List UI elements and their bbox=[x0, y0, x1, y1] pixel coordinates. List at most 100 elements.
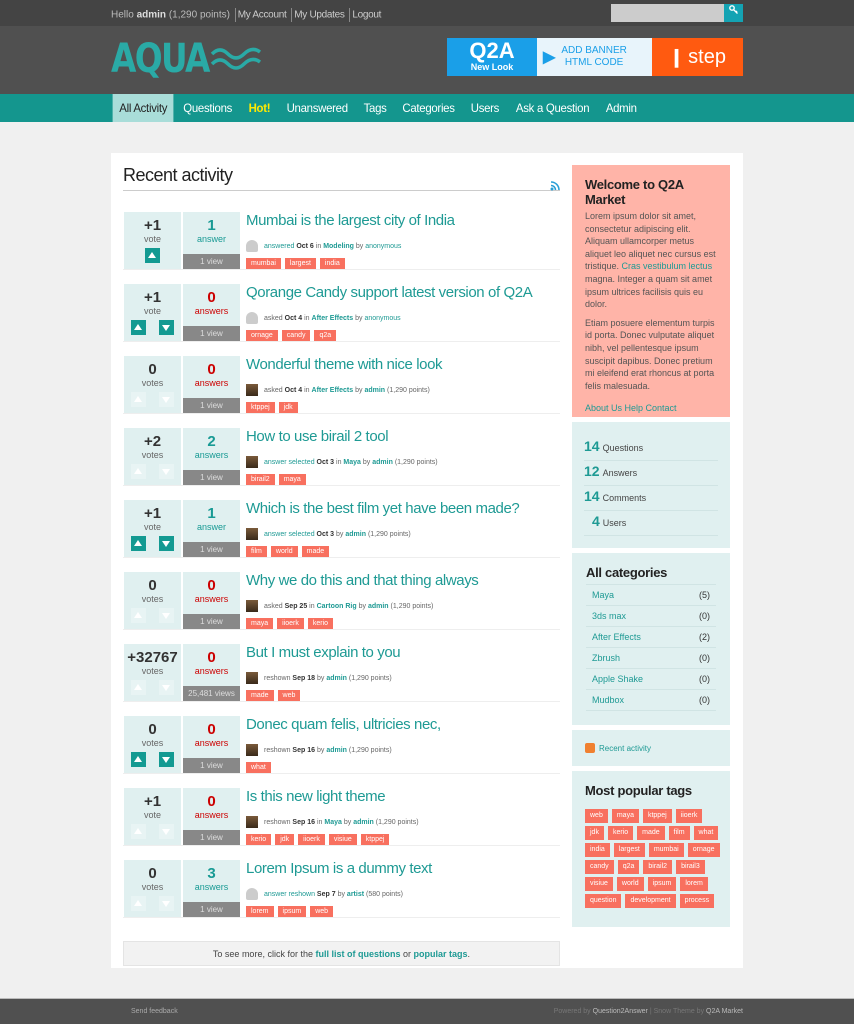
popular-tag[interactable]: question bbox=[585, 894, 622, 908]
popular-tag[interactable]: ipsum bbox=[647, 877, 677, 891]
tag[interactable]: maya bbox=[278, 474, 306, 485]
rss-feed-icon[interactable] bbox=[550, 181, 560, 191]
tag[interactable]: world bbox=[270, 546, 298, 557]
user-link[interactable]: admin bbox=[368, 603, 389, 610]
category-link[interactable]: After Effects bbox=[592, 632, 641, 642]
vote-down-button[interactable] bbox=[159, 824, 174, 839]
avatar[interactable] bbox=[246, 744, 258, 756]
vote-up-button[interactable] bbox=[131, 824, 146, 839]
search-button[interactable] bbox=[724, 4, 743, 22]
nav-questions[interactable]: Questions bbox=[177, 94, 239, 122]
popular-tag[interactable]: candy bbox=[585, 860, 614, 874]
avatar[interactable] bbox=[246, 600, 258, 612]
tag[interactable]: visiue bbox=[328, 834, 357, 845]
send-feedback-link[interactable]: Send feedback bbox=[131, 1008, 178, 1015]
popular-tags-link[interactable]: popular tags bbox=[414, 949, 468, 959]
tag[interactable]: maya bbox=[246, 618, 274, 629]
vote-up-button[interactable] bbox=[131, 608, 146, 623]
tag[interactable]: india bbox=[319, 258, 345, 269]
tag[interactable]: birail2 bbox=[246, 474, 275, 485]
avatar[interactable] bbox=[246, 672, 258, 684]
popular-tag[interactable]: web bbox=[585, 809, 608, 823]
popular-tag[interactable]: iioerk bbox=[675, 809, 703, 823]
tag[interactable]: web bbox=[310, 906, 334, 917]
popular-tag[interactable]: ktppej bbox=[642, 809, 672, 823]
category-link[interactable]: Zbrush bbox=[592, 653, 620, 663]
tag[interactable]: kerio bbox=[307, 618, 334, 629]
tag[interactable]: largest bbox=[284, 258, 316, 269]
popular-tag[interactable]: birail3 bbox=[676, 860, 705, 874]
tag[interactable]: film bbox=[246, 546, 267, 557]
category-link[interactable]: After Effects bbox=[312, 387, 354, 394]
tag[interactable]: q2a bbox=[314, 330, 337, 341]
popular-tag[interactable]: made bbox=[637, 826, 665, 840]
tag[interactable]: lorem bbox=[246, 906, 274, 917]
popular-tag[interactable]: process bbox=[679, 894, 715, 908]
tag[interactable]: mumbai bbox=[246, 258, 281, 269]
tag[interactable]: jdk bbox=[278, 402, 298, 413]
nav-unanswered[interactable]: Unanswered bbox=[280, 94, 354, 122]
avatar[interactable] bbox=[246, 456, 258, 468]
nav-categories[interactable]: Categories bbox=[396, 94, 462, 122]
vote-down-button[interactable] bbox=[159, 680, 174, 695]
category-link[interactable]: Modeling bbox=[323, 243, 354, 250]
popular-tag[interactable]: largest bbox=[613, 843, 645, 857]
nav-all-activity[interactable]: All Activity bbox=[112, 94, 174, 122]
nav-ask-question[interactable]: Ask a Question bbox=[509, 94, 596, 122]
popular-tag[interactable]: mumbai bbox=[648, 843, 684, 857]
welcome-link[interactable]: Cras vestibulum lectus bbox=[622, 261, 713, 271]
vote-down-button[interactable] bbox=[159, 464, 174, 479]
nav-users[interactable]: Users bbox=[464, 94, 506, 122]
question-title-link[interactable]: Mumbai is the largest city of India bbox=[246, 212, 455, 230]
question-title-link[interactable]: Wonderful theme with nice look bbox=[246, 356, 443, 374]
avatar[interactable] bbox=[246, 312, 258, 324]
user-link[interactable]: admin bbox=[353, 819, 374, 826]
vote-up-button[interactable] bbox=[145, 248, 160, 263]
tag[interactable]: kerio bbox=[246, 834, 272, 845]
about-help-contact-links[interactable]: About Us Help Contact bbox=[585, 403, 677, 413]
question-title-link[interactable]: Donec quam felis, ultricies nec, bbox=[246, 716, 441, 734]
category-link[interactable]: 3ds max bbox=[592, 611, 626, 621]
popular-tag[interactable]: india bbox=[585, 843, 610, 857]
user-link[interactable]: admin bbox=[372, 459, 393, 466]
user-link[interactable]: admin bbox=[326, 675, 347, 682]
category-link[interactable]: Maya bbox=[343, 459, 361, 466]
popular-tag[interactable]: kerio bbox=[607, 826, 634, 840]
vote-up-button[interactable] bbox=[131, 680, 146, 695]
my-updates-link[interactable]: My Updates bbox=[294, 10, 345, 21]
tag[interactable]: ktppej bbox=[246, 402, 275, 413]
activity-action[interactable]: answered bbox=[264, 243, 294, 250]
activity-action[interactable]: answer reshown bbox=[264, 891, 315, 898]
vote-down-button[interactable] bbox=[159, 392, 174, 407]
category-link[interactable]: Cartoon Rig bbox=[317, 603, 357, 610]
tag[interactable]: what bbox=[246, 762, 271, 773]
popular-tag[interactable]: film bbox=[668, 826, 690, 840]
popular-tag[interactable]: maya bbox=[611, 809, 639, 823]
site-logo[interactable]: AQUA bbox=[111, 34, 262, 84]
tag[interactable]: iioerk bbox=[277, 618, 304, 629]
question-title-link[interactable]: Which is the best film yet have been mad… bbox=[246, 500, 520, 518]
avatar[interactable] bbox=[246, 384, 258, 396]
popular-tag[interactable]: lorem bbox=[680, 877, 708, 891]
activity-action[interactable]: answer selected bbox=[264, 531, 315, 538]
tag[interactable]: candy bbox=[281, 330, 311, 341]
my-account-link[interactable]: My Account bbox=[238, 10, 287, 21]
popular-tag[interactable]: what bbox=[693, 826, 719, 840]
vote-up-button[interactable] bbox=[131, 536, 146, 551]
vote-down-button[interactable] bbox=[159, 320, 174, 335]
category-link[interactable]: After Effects bbox=[312, 315, 354, 322]
tag[interactable]: made bbox=[301, 546, 330, 557]
popular-tag[interactable]: ornage bbox=[687, 843, 720, 857]
popular-tag[interactable]: world bbox=[616, 877, 644, 891]
question2answer-link[interactable]: Question2Answer bbox=[593, 1008, 648, 1015]
logout-link[interactable]: Logout bbox=[352, 10, 381, 21]
ad-banner[interactable]: Q2A New Look ▶ ADD BANNER HTML CODE ❙ ste… bbox=[447, 38, 743, 76]
question-title-link[interactable]: How to use birail 2 tool bbox=[246, 428, 389, 446]
vote-up-button[interactable] bbox=[131, 464, 146, 479]
nav-hot[interactable]: Hot! bbox=[242, 94, 277, 122]
vote-down-button[interactable] bbox=[159, 608, 174, 623]
category-link[interactable]: Maya bbox=[592, 590, 614, 600]
question-title-link[interactable]: Qorange Candy support latest version of … bbox=[246, 284, 533, 302]
vote-up-button[interactable] bbox=[131, 320, 146, 335]
vote-down-button[interactable] bbox=[159, 536, 174, 551]
